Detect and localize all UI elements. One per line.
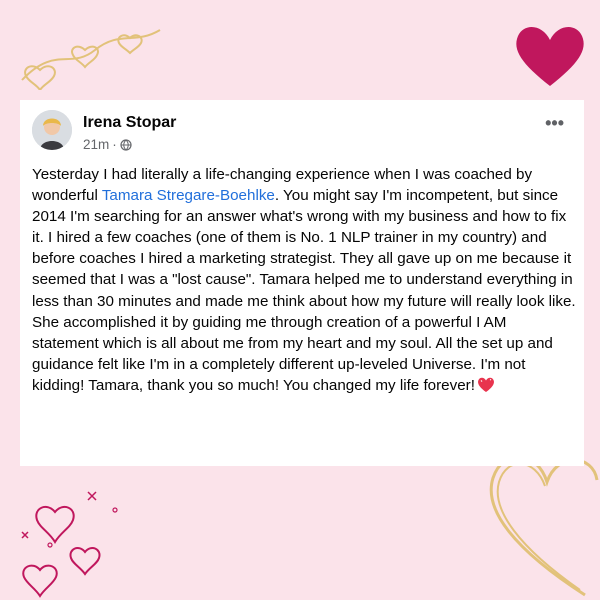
post-card: Irena Stopar 21m · ••• Yesterday I had l… [20,100,584,466]
avatar[interactable] [32,110,72,150]
mention-link[interactable]: Tamara Stregare-Boehlke [102,187,275,204]
post-meta: 21m · [83,137,132,152]
author-name[interactable]: Irena Stopar [83,114,176,132]
magenta-hearts-doodle-icon [21,491,118,598]
post-body-text-after: . You might say I'm incompetent, but sin… [32,187,576,394]
post-body: Yesterday I had literally a life-changin… [32,164,576,396]
magenta-heart-icon [516,27,584,86]
sparkling-heart-icon [477,377,494,392]
meta-separator: · [112,137,117,152]
post-time[interactable]: 21m [83,137,109,152]
globe-icon[interactable] [120,138,132,151]
ellipsis-icon[interactable]: ••• [545,114,564,132]
gold-swirl-hearts-icon [21,29,161,90]
